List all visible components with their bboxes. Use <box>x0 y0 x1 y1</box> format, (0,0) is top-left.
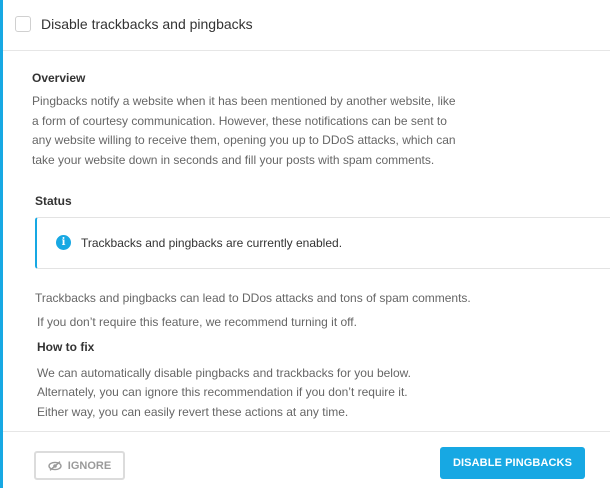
panel-content: Overview Pingbacks notify a website when… <box>19 51 610 431</box>
recommendation-title: Disable trackbacks and pingbacks <box>41 16 253 32</box>
how-to-fix-text-3: Either way, you can easily revert these … <box>37 405 349 419</box>
status-heading: Status <box>35 194 72 208</box>
issue-text-2: If you don’t require this feature, we re… <box>37 315 357 329</box>
how-to-fix-text-2: Alternately, you can ignore this recomme… <box>37 385 408 399</box>
info-icon: i <box>56 235 71 250</box>
how-to-fix-text-1: We can automatically disable pingbacks a… <box>37 366 411 380</box>
status-notice: i Trackbacks and pingbacks are currently… <box>35 217 610 269</box>
panel-header[interactable]: Disable trackbacks and pingbacks <box>3 0 610 51</box>
ignore-button-label: IGNORE <box>67 459 112 472</box>
select-checkbox[interactable] <box>15 16 31 32</box>
ignore-button[interactable]: IGNORE <box>34 451 125 480</box>
recommendation-panel: Disable trackbacks and pingbacks Overvie… <box>0 0 610 488</box>
eye-slash-icon <box>48 460 62 471</box>
how-to-fix-heading: How to fix <box>37 340 95 354</box>
panel-footer: IGNORE DISABLE PINGBACKS <box>3 431 610 488</box>
disable-pingbacks-button[interactable]: DISABLE PINGBACKS <box>440 447 585 479</box>
panel-body: Overview Pingbacks notify a website when… <box>3 51 610 431</box>
overview-heading: Overview <box>32 71 86 85</box>
status-notice-text: Trackbacks and pingbacks are currently e… <box>81 236 343 250</box>
issue-text-1: Trackbacks and pingbacks can lead to DDo… <box>35 291 471 305</box>
overview-text: Pingbacks notify a website when it has b… <box>32 94 456 167</box>
